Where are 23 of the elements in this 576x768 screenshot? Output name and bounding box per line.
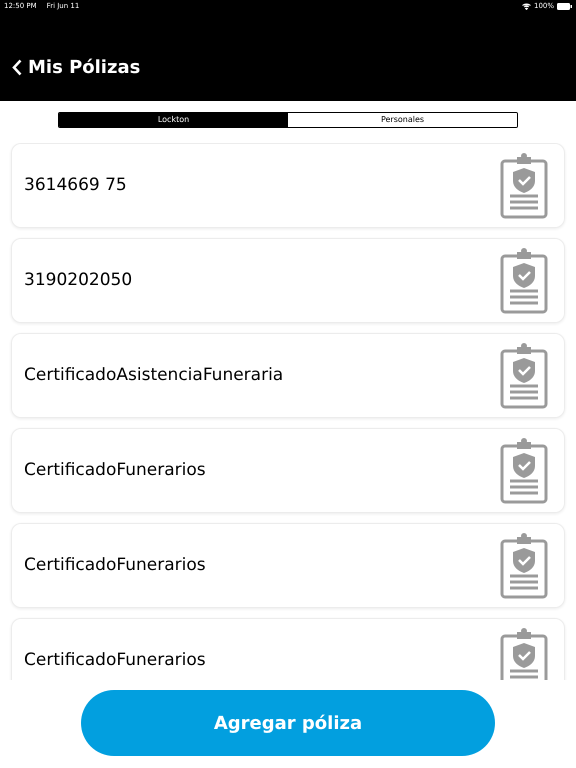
policy-name: CertificadoFunerarios [24,554,207,577]
clipboard-shield-icon [500,152,548,218]
policy-name: 3614669 75 [24,174,128,197]
clipboard-shield-icon [500,248,548,314]
policy-name: CertificadoFunerarios [24,458,207,482]
back-chevron-icon [12,59,22,76]
policy-card[interactable]: CertificadoAsistenciaFuneraria [11,333,565,418]
policy-card[interactable]: 3614669 75 [11,143,565,228]
segment-tab[interactable]: Lockton [59,113,288,127]
clipboard-shield-icon [500,532,548,598]
policy-card[interactable]: CertificadoFunerarios [11,523,565,608]
policy-card[interactable]: CertificadoFunerarios [11,618,565,680]
policy-name: 3190202050 [24,268,134,292]
battery-icon [557,2,572,10]
clipboard-shield-icon [500,342,548,408]
policy-card[interactable]: CertificadoFunerarios [11,428,565,513]
clipboard-shield-icon [500,438,548,504]
back-button[interactable]: Mis Pólizas [12,54,140,81]
wifi-icon [522,2,531,10]
clipboard-shield-icon [500,628,548,680]
policy-name: CertificadoFunerarios [24,648,207,672]
policy-card[interactable]: 3190202050 [11,238,565,323]
policy-name: CertificadoAsistenciaFuneraria [24,364,284,387]
